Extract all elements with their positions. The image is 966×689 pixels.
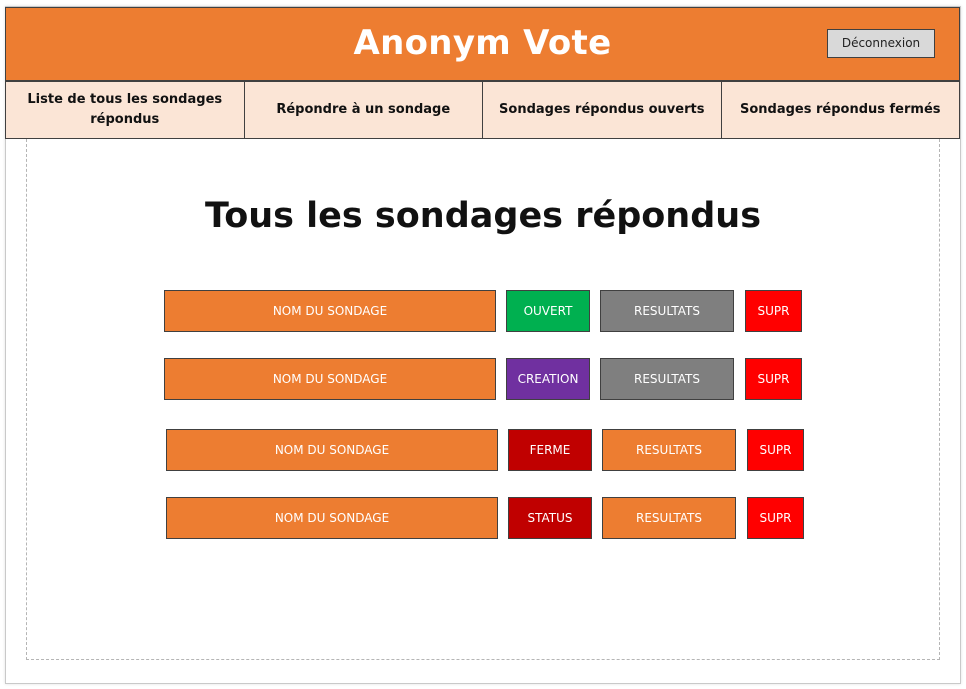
app-title: Anonym Vote — [353, 23, 612, 63]
poll-status-button[interactable]: CREATION — [506, 358, 590, 400]
poll-status-button[interactable]: STATUS — [508, 497, 592, 539]
nav-item-answer-poll[interactable]: Répondre à un sondage — [243, 81, 483, 139]
poll-results-button[interactable]: RESULTATS — [602, 429, 736, 471]
poll-name-button[interactable]: NOM DU SONDAGE — [166, 429, 498, 471]
app-header: Anonym Vote Déconnexion — [5, 7, 960, 81]
poll-results-button[interactable]: RESULTATS — [602, 497, 736, 539]
poll-results-button[interactable]: RESULTATS — [600, 290, 734, 332]
poll-status-button[interactable]: OUVERT — [506, 290, 590, 332]
poll-delete-button[interactable]: SUPR — [747, 497, 804, 539]
poll-results-button[interactable]: RESULTATS — [600, 358, 734, 400]
page-title: Tous les sondages répondus — [204, 196, 762, 236]
poll-delete-button[interactable]: SUPR — [747, 429, 804, 471]
poll-name-button[interactable]: NOM DU SONDAGE — [166, 497, 498, 539]
logout-button[interactable]: Déconnexion — [827, 29, 935, 58]
poll-name-button[interactable]: NOM DU SONDAGE — [164, 358, 496, 400]
poll-name-button[interactable]: NOM DU SONDAGE — [164, 290, 496, 332]
poll-status-button[interactable]: FERME — [508, 429, 592, 471]
nav-item-closed-answered[interactable]: Sondages répondus fermés — [720, 81, 960, 139]
nav-item-all-answered[interactable]: Liste de tous les sondages répondus — [5, 81, 245, 139]
poll-delete-button[interactable]: SUPR — [745, 290, 802, 332]
nav-item-open-answered[interactable]: Sondages répondus ouverts — [482, 81, 722, 139]
nav-bar: Liste de tous les sondages répondus Répo… — [5, 81, 960, 139]
poll-delete-button[interactable]: SUPR — [745, 358, 802, 400]
